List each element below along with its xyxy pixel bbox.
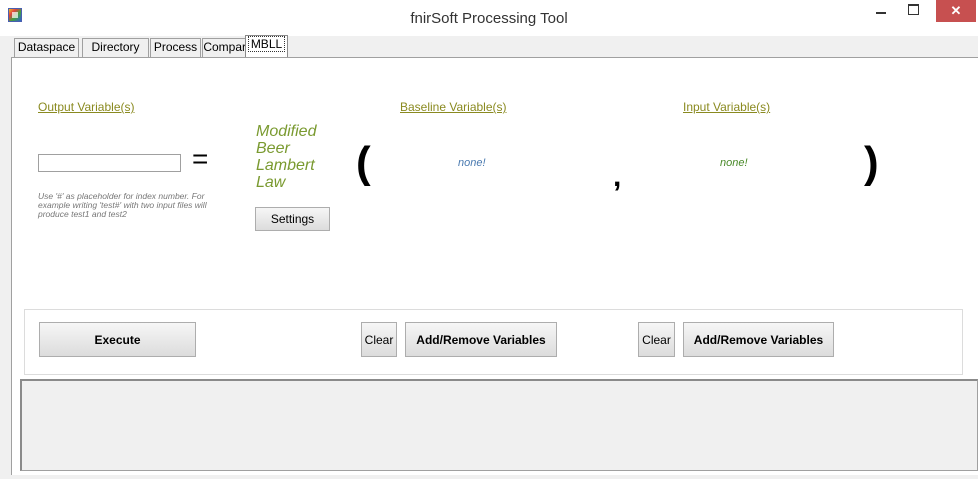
tab-mbll-label: MBLL — [247, 36, 286, 52]
input-clear-button[interactable]: Clear — [638, 322, 675, 357]
tab-mbll[interactable]: MBLL — [245, 35, 288, 57]
equals-sign: = — [192, 143, 209, 174]
tab-directory[interactable]: Directory — [82, 38, 149, 57]
execute-button[interactable]: Execute — [39, 322, 196, 357]
tab-process[interactable]: Process — [150, 38, 201, 57]
maximize-icon[interactable] — [900, 0, 926, 22]
output-variable-input[interactable] — [38, 154, 181, 172]
open-parenthesis: ( — [356, 138, 371, 187]
baseline-value: none! — [458, 157, 486, 169]
window-title: fnirSoft Processing Tool — [410, 10, 568, 27]
output-variables-label: Output Variable(s) — [38, 100, 135, 114]
mbll-title: Modified Beer Lambert Law — [256, 123, 317, 191]
baseline-clear-button[interactable]: Clear — [361, 322, 397, 357]
close-parenthesis: ) — [864, 138, 879, 187]
title-bar: fnirSoft Processing Tool ✕ — [0, 0, 978, 36]
output-hint: Use '#' as placeholder for index number.… — [38, 191, 207, 219]
input-value: none! — [720, 157, 748, 169]
tab-dataspace[interactable]: Dataspace — [14, 38, 79, 57]
input-add-remove-button[interactable]: Add/Remove Variables — [683, 322, 834, 357]
minimize-icon[interactable] — [868, 0, 894, 22]
baseline-add-remove-button[interactable]: Add/Remove Variables — [405, 322, 557, 357]
input-variables-label: Input Variable(s) — [683, 100, 771, 114]
baseline-variables-label: Baseline Variable(s) — [400, 100, 507, 114]
log-output-area[interactable] — [20, 379, 978, 471]
comma-separator: , — [613, 160, 622, 193]
close-icon[interactable]: ✕ — [936, 0, 976, 22]
settings-button[interactable]: Settings — [255, 207, 330, 231]
